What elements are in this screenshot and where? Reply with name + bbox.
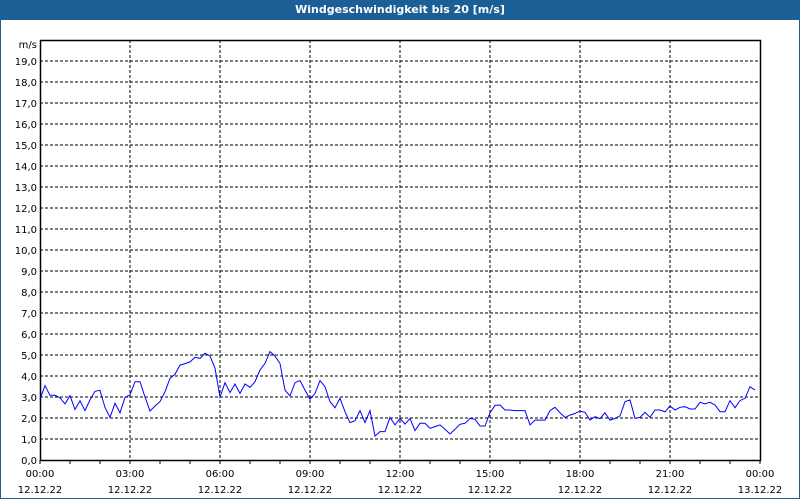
x-tick-date: 13.12.22 xyxy=(738,485,783,496)
x-tick-time: 00:00 xyxy=(26,469,55,480)
x-tick-date: 12.12.22 xyxy=(468,485,513,496)
x-tick-date: 12.12.22 xyxy=(558,485,603,496)
x-tick-time: 21:00 xyxy=(656,469,685,480)
y-tick-label: 15,0 xyxy=(15,141,37,152)
x-tick-time: 12:00 xyxy=(386,469,415,480)
x-tick-date: 12.12.22 xyxy=(18,485,63,496)
y-tick-label: 9,0 xyxy=(21,267,37,278)
y-tick-label: 17,0 xyxy=(15,99,37,110)
x-tick-date: 12.12.22 xyxy=(378,485,423,496)
y-tick-label: 19,0 xyxy=(15,57,37,68)
line-chart: 0,0 1,0 2,0 3,0 4,0 5,0 6,0 7,0 8,0 9,0 10,0 11,0 12… xyxy=(15,39,783,496)
y-tick-label: 13,0 xyxy=(15,183,37,194)
series-line-wind-speed xyxy=(39,350,756,438)
x-tick-time: 00:00 xyxy=(746,469,775,480)
x-tick-time: 06:00 xyxy=(206,469,235,480)
x-tick-date: 12.12.22 xyxy=(648,485,693,496)
y-tick-label: 2,0 xyxy=(21,414,37,425)
y-tick-label: 8,0 xyxy=(21,288,37,299)
y-axis-label: m/s xyxy=(19,40,37,51)
x-tick-date: 12.12.22 xyxy=(198,485,243,496)
x-tick-time: 09:00 xyxy=(296,469,325,480)
y-tick-label: 0,0 xyxy=(21,456,37,467)
y-tick-label: 5,0 xyxy=(21,351,37,362)
y-tick-label: 14,0 xyxy=(15,162,37,173)
y-tick-label: 16,0 xyxy=(15,120,37,131)
y-tick-label: 11,0 xyxy=(15,225,37,236)
x-tick-date: 12.12.22 xyxy=(108,485,153,496)
y-tick-label: 18,0 xyxy=(15,78,37,89)
x-tick-date: 12.12.22 xyxy=(288,485,333,496)
y-tick-label: 7,0 xyxy=(21,309,37,320)
y-tick-label: 6,0 xyxy=(21,330,37,341)
y-tick-label: 12,0 xyxy=(15,204,37,215)
x-tick-time: 18:00 xyxy=(566,469,595,480)
y-tick-label: 1,0 xyxy=(21,435,37,446)
y-tick-label: 10,0 xyxy=(15,246,37,257)
y-tick-label: 3,0 xyxy=(21,393,37,404)
x-tick-time: 03:00 xyxy=(116,469,145,480)
x-tick-time: 15:00 xyxy=(476,469,505,480)
y-tick-label: 4,0 xyxy=(21,372,37,383)
